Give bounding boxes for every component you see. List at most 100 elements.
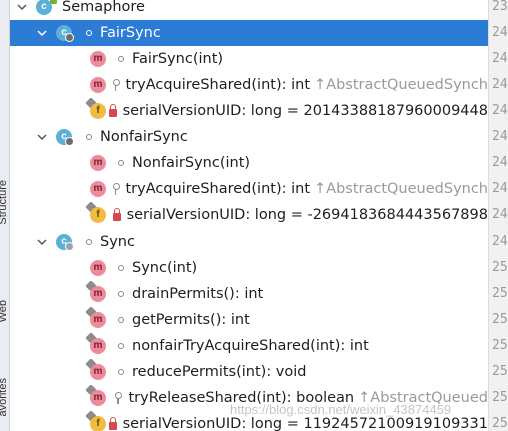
public-visibility-icon: [50, 0, 57, 4]
tree-node-label: Semaphore: [62, 0, 145, 15]
tree-node-method[interactable]: m FairSync(int): [10, 46, 488, 72]
tree-node-field[interactable]: f serialVersionUID: long = -269418368444…: [10, 202, 488, 228]
tree-node-label: NonfairSync(int): [132, 155, 251, 171]
tree-node-method[interactable]: m tryAcquireShared(int): int ↑ AbstractQ…: [10, 176, 488, 202]
private-lock-icon: [108, 103, 118, 118]
line-number: 25: [492, 390, 508, 405]
package-private-icon: [114, 287, 128, 301]
method-icon: m: [88, 153, 110, 173]
inherited-arrow-icon: ↑: [314, 77, 327, 93]
tree-node-fairsync[interactable]: c FairSync: [10, 20, 488, 46]
tree-node-method[interactable]: m tryAcquireShared(int): int ↑ AbstractQ…: [10, 72, 488, 98]
method-icon: m: [85, 333, 110, 356]
package-private-icon: [114, 313, 128, 327]
tree-node-label: FairSync: [100, 25, 161, 41]
inherited-from-label: AbstractQueuedSynch: [326, 77, 488, 93]
package-private-icon: [114, 261, 128, 275]
line-number: 25: [492, 286, 508, 301]
line-number: 24: [492, 51, 508, 66]
structure-tree: c Semaphore c FairSync m FairSync(int) m…: [10, 0, 488, 431]
web-tab[interactable]: Web: [0, 300, 9, 322]
tree-node-label: tryAcquireShared(int): int: [125, 77, 310, 93]
class-icon: c: [54, 127, 78, 147]
package-private-icon: [82, 130, 96, 144]
line-number: 24: [492, 77, 508, 92]
line-number: 25: [492, 260, 508, 275]
package-private-icon: [82, 26, 96, 40]
line-number: 24: [492, 103, 508, 118]
tree-node-label: NonfairSync: [100, 129, 188, 145]
field-icon: f: [85, 202, 107, 225]
chevron-down-icon[interactable]: [36, 236, 48, 248]
tree-node-label: reducePermits(int): void: [132, 364, 307, 380]
line-number: 24: [492, 181, 508, 196]
package-private-icon: [114, 156, 128, 170]
method-icon: m: [85, 385, 108, 408]
class-icon: c: [34, 0, 58, 17]
chevron-down-icon[interactable]: [16, 1, 28, 13]
tree-node-label: nonfairTryAcquireShared(int): int: [132, 338, 369, 354]
private-lock-icon: [108, 416, 118, 431]
line-number: 24: [492, 25, 508, 40]
inherited-arrow-icon: ↑: [314, 181, 327, 197]
editor-line-number-gutter: 23 24 24 24 24 24 24 24 24 24 25 25 25 2…: [488, 0, 508, 431]
field-icon: f: [85, 411, 106, 431]
tree-node-label: getPermits(): int: [132, 312, 250, 328]
method-icon: m: [85, 307, 110, 330]
chevron-down-icon[interactable]: [36, 131, 48, 143]
line-number: 24: [492, 207, 508, 222]
private-lock-icon: [111, 207, 123, 222]
package-private-icon: [114, 52, 128, 66]
field-icon: f: [85, 98, 106, 121]
method-icon: m: [85, 359, 110, 382]
protected-key-icon: [110, 182, 121, 196]
tree-node-label: serialVersionUID: long = 201433881879600…: [122, 103, 488, 119]
tree-node-method[interactable]: m nonfairTryAcquireShared(int): int: [10, 333, 488, 359]
tree-node-sync[interactable]: c Sync: [10, 229, 488, 255]
tree-node-method[interactable]: m NonfairSync(int): [10, 150, 488, 176]
package-private-icon: [114, 365, 128, 379]
method-icon: m: [85, 281, 110, 304]
tool-window-strip: Structure Web avorites: [0, 0, 10, 431]
line-number: 23: [492, 0, 508, 14]
method-icon: m: [88, 49, 110, 69]
tree-node-method[interactable]: m drainPermits(): int: [10, 281, 488, 307]
tree-node-method[interactable]: m Sync(int): [10, 255, 488, 281]
class-icon: c: [54, 23, 78, 43]
protected-key-icon: [110, 78, 121, 92]
watermark: https://blog.csdn.net/weixin_43874459: [230, 402, 452, 417]
line-number: 25: [492, 312, 508, 327]
method-icon: m: [88, 75, 106, 95]
tree-node-label: serialVersionUID: long = -26941836844435…: [126, 207, 488, 223]
line-number: 24: [492, 155, 508, 170]
tree-node-method[interactable]: m reducePermits(int): void: [10, 359, 488, 385]
tree-node-semaphore[interactable]: c Semaphore: [10, 0, 488, 20]
static-badge-icon: [65, 33, 74, 42]
tree-node-label: drainPermits(): int: [132, 286, 264, 302]
tree-node-label: Sync(int): [132, 260, 198, 276]
static-badge-icon: [65, 137, 74, 146]
line-number: 25: [492, 416, 508, 431]
tree-node-nonfairsync[interactable]: c NonfairSync: [10, 124, 488, 150]
line-number: 25: [492, 338, 508, 353]
tree-node-label: tryAcquireShared(int): int: [125, 181, 310, 197]
package-private-icon: [82, 235, 96, 249]
line-number: 24: [492, 234, 508, 249]
structure-tab[interactable]: Structure: [0, 180, 9, 225]
line-number: 25: [492, 364, 508, 379]
static-badge-icon: [65, 242, 74, 251]
abstract-class-icon: c: [54, 232, 78, 252]
favorites-tab[interactable]: avorites: [0, 378, 9, 417]
method-icon: m: [88, 258, 110, 278]
package-private-icon: [114, 339, 128, 353]
tree-node-label: FairSync(int): [132, 51, 224, 67]
method-icon: m: [88, 179, 106, 199]
chevron-down-icon[interactable]: [36, 27, 48, 39]
tree-node-label: Sync: [100, 234, 135, 250]
inherited-from-label: AbstractQueuedSynch: [326, 181, 488, 197]
tree-node-method[interactable]: m getPermits(): int: [10, 307, 488, 333]
tree-node-field[interactable]: f serialVersionUID: long = 2014338818796…: [10, 98, 488, 124]
protected-key-icon: [112, 391, 125, 405]
line-number: 24: [492, 129, 508, 144]
tree-node-label: serialVersionUID: long = 119245721009191…: [122, 416, 488, 431]
